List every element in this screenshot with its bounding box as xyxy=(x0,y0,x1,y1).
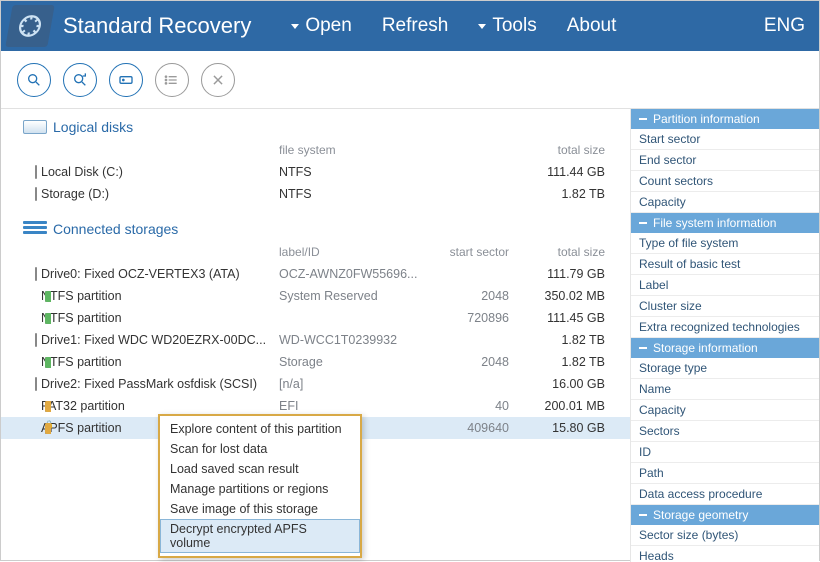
menu-open[interactable]: Open xyxy=(291,15,351,37)
panel-property: Sectors xyxy=(631,421,819,442)
scan-button[interactable] xyxy=(17,63,51,97)
partition-icon xyxy=(45,423,47,434)
app-title: Standard Recovery xyxy=(63,13,251,39)
panel-section-header[interactable]: Partition information xyxy=(631,109,819,129)
drive-icon xyxy=(35,377,37,391)
context-menu-item[interactable]: Explore content of this partition xyxy=(160,419,360,439)
caret-icon xyxy=(291,24,299,29)
logical-columns: file system total size xyxy=(1,139,630,161)
drive-row[interactable]: Drive1: Fixed WDC WD20EZRX-00DC... WD-WC… xyxy=(1,329,630,351)
connected-storages-header: Connected storages xyxy=(1,217,630,241)
context-menu-item[interactable]: Save image of this storage xyxy=(160,499,360,519)
panel-property: Heads xyxy=(631,546,819,562)
panel-property: Capacity xyxy=(631,400,819,421)
info-panel: Partition informationStart sectorEnd sec… xyxy=(630,109,819,562)
drive-row[interactable]: Drive2: Fixed PassMark osfdisk (SCSI) [n… xyxy=(1,373,630,395)
partition-icon xyxy=(45,401,47,412)
disk-icon xyxy=(23,120,47,134)
menu-items: Open Refresh Tools About xyxy=(291,15,763,37)
logical-disk-row[interactable]: Storage (D:) NTFS 1.82 TB xyxy=(1,183,630,205)
panel-property: Count sectors xyxy=(631,171,819,192)
panel-property: Cluster size xyxy=(631,296,819,317)
panel-property: Label xyxy=(631,275,819,296)
collapse-icon xyxy=(639,222,647,224)
context-menu-item[interactable]: Scan for lost data xyxy=(160,439,360,459)
collapse-icon xyxy=(639,347,647,349)
menubar: Standard Recovery Open Refresh Tools Abo… xyxy=(1,1,819,51)
drive-icon xyxy=(35,165,37,179)
panel-property: Capacity xyxy=(631,192,819,213)
caret-icon xyxy=(478,24,486,29)
main-area: Logical disks file system total size Loc… xyxy=(1,109,819,562)
drive-row[interactable]: Drive0: Fixed OCZ-VERTEX3 (ATA) OCZ-AWNZ… xyxy=(1,263,630,285)
panel-property: Start sector xyxy=(631,129,819,150)
partition-icon xyxy=(45,313,47,324)
panel-section-header[interactable]: Storage information xyxy=(631,338,819,358)
context-menu-item[interactable]: Decrypt encrypted APFS volume xyxy=(160,519,360,553)
panel-property: Path xyxy=(631,463,819,484)
language-selector[interactable]: ENG xyxy=(764,15,805,37)
drive-icon xyxy=(35,187,37,201)
menu-about[interactable]: About xyxy=(567,15,617,37)
drive-icon xyxy=(35,333,37,347)
panel-property: Extra recognized technologies xyxy=(631,317,819,338)
panel-property: Data access procedure xyxy=(631,484,819,505)
context-menu-item[interactable]: Load saved scan result xyxy=(160,459,360,479)
panel-property: Name xyxy=(631,379,819,400)
panel-section-header[interactable]: Storage geometry xyxy=(631,505,819,525)
collapse-icon xyxy=(639,514,647,516)
conn-columns: label/ID start sector total size xyxy=(1,241,630,263)
panel-property: Result of basic test xyxy=(631,254,819,275)
menu-tools[interactable]: Tools xyxy=(478,15,536,37)
logical-disk-row[interactable]: Local Disk (C:) NTFS 111.44 GB xyxy=(1,161,630,183)
context-menu-item[interactable]: Manage partitions or regions xyxy=(160,479,360,499)
list-button[interactable] xyxy=(155,63,189,97)
storage-icon xyxy=(23,221,47,237)
panel-property: Sector size (bytes) xyxy=(631,525,819,546)
partition-row[interactable]: NTFS partition System Reserved 2048 350.… xyxy=(1,285,630,307)
panel-property: Storage type xyxy=(631,358,819,379)
logical-disks-header: Logical disks xyxy=(1,115,630,139)
close-button[interactable] xyxy=(201,63,235,97)
partition-icon xyxy=(45,291,47,302)
resume-scan-button[interactable] xyxy=(63,63,97,97)
partition-row[interactable]: NTFS partition Storage 2048 1.82 TB xyxy=(1,351,630,373)
panel-section-header[interactable]: File system information xyxy=(631,213,819,233)
partition-row[interactable]: NTFS partition 720896 111.45 GB xyxy=(1,307,630,329)
partition-icon xyxy=(45,357,47,368)
context-menu: Explore content of this partitionScan fo… xyxy=(158,414,362,558)
panel-property: ID xyxy=(631,442,819,463)
drive-icon xyxy=(35,267,37,281)
panel-property: Type of file system xyxy=(631,233,819,254)
toolbar xyxy=(1,51,819,109)
panel-property: End sector xyxy=(631,150,819,171)
app-logo-icon xyxy=(5,5,54,47)
menu-refresh[interactable]: Refresh xyxy=(382,15,449,37)
drives-button[interactable] xyxy=(109,63,143,97)
collapse-icon xyxy=(639,118,647,120)
